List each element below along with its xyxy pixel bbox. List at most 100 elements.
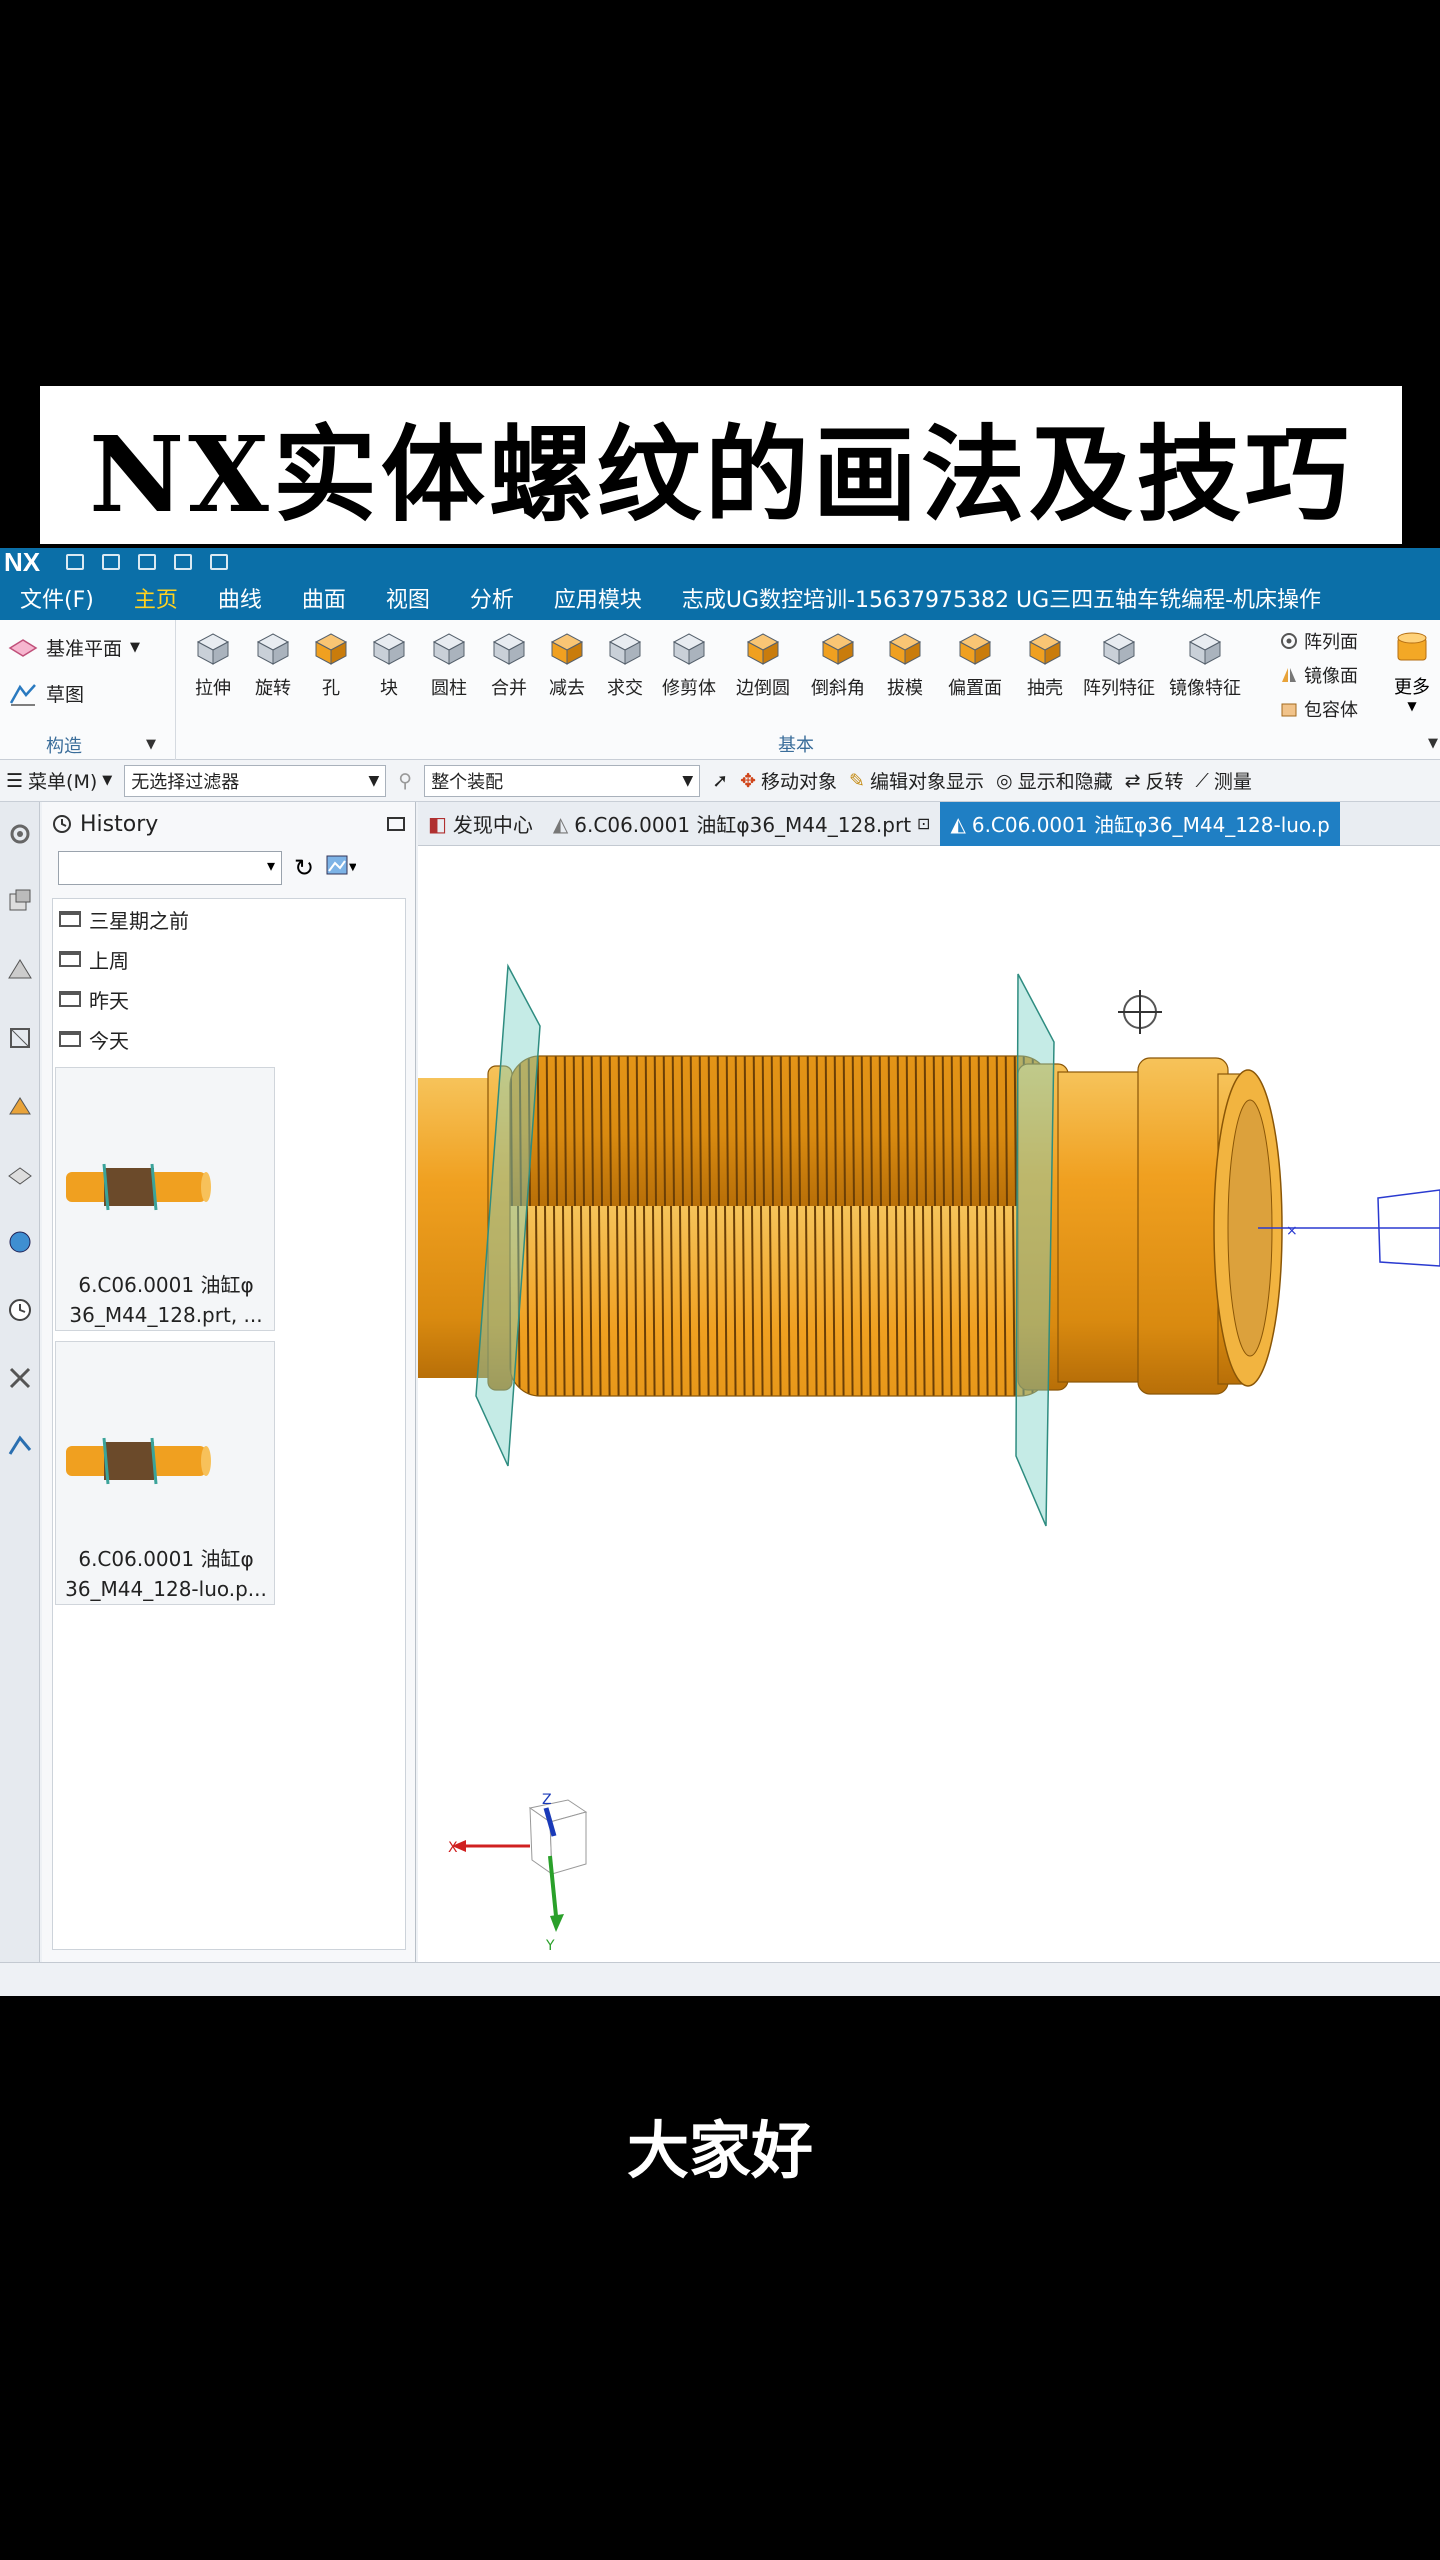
view-style-icon[interactable]: ▼: [326, 855, 357, 881]
folder-last-week[interactable]: 上周: [53, 939, 405, 979]
hole-button[interactable]: 孔: [302, 628, 360, 700]
subtract-button[interactable]: 减去: [538, 628, 596, 700]
folder-label: 昨天: [89, 988, 129, 1013]
selection-filter-dropdown[interactable]: 无选择过滤器 ▼: [124, 764, 387, 797]
main-menu-button[interactable]: ☰ 菜单(M) ▼: [6, 767, 112, 794]
part-file-icon: ◭: [950, 811, 966, 836]
brush-icon: ✎: [849, 769, 865, 792]
graphics-window[interactable]: × X Y Z: [418, 846, 1440, 1962]
revolve-icon: [256, 633, 290, 665]
folder-today[interactable]: 今天: [53, 1019, 405, 1059]
pattern-face-button[interactable]: 阵列面: [1280, 628, 1358, 654]
basic-group-label: 基本: [778, 735, 814, 756]
datum-csys[interactable]: ×: [1258, 1189, 1440, 1267]
more-icon: [1397, 632, 1427, 661]
show-hide-button[interactable]: ◎ 显示和隐藏: [996, 767, 1113, 794]
mirror-feature-button[interactable]: 镜像特征: [1162, 628, 1248, 700]
part-file-icon: ◭: [552, 811, 569, 836]
datum-plane-right[interactable]: [1015, 973, 1055, 1527]
tab-close-icon[interactable]: ⊡: [917, 814, 930, 833]
history-filter-dropdown[interactable]: [58, 851, 282, 885]
more-button[interactable]: 更多 ▼: [1392, 628, 1432, 713]
basic-group-dropdown-icon[interactable]: ▼: [1428, 736, 1438, 751]
datum-plane-button[interactable]: 基准平面 ▼: [8, 634, 140, 661]
shell-button[interactable]: 抽壳: [1014, 628, 1076, 700]
draft-label: 拔模: [887, 678, 923, 699]
edge-blend-icon: [746, 633, 780, 665]
shell-icon: [1028, 633, 1062, 665]
revolve-button[interactable]: 旋转: [244, 628, 302, 700]
main-menu-dropdown-icon: ▼: [102, 773, 113, 788]
sketch-button[interactable]: 草图: [8, 680, 84, 707]
menu-curve[interactable]: 曲线: [198, 576, 282, 620]
assembly-navigator-icon[interactable]: [6, 888, 34, 916]
process-studio-icon[interactable]: [6, 1364, 34, 1392]
select-cursor-icon[interactable]: ➚: [712, 770, 728, 792]
maximize-icon[interactable]: [387, 817, 405, 831]
window-icon[interactable]: [210, 554, 229, 570]
filter-funnel-icon[interactable]: ⚲: [398, 770, 412, 792]
offset-face-button[interactable]: 偏置面: [936, 628, 1014, 700]
mirror-face-button[interactable]: 镜像面: [1280, 662, 1358, 688]
folder-icon: [59, 951, 81, 967]
tab-part-128-luo[interactable]: ◭ 6.C06.0001 油缸φ36_M44_128-luo.p: [940, 801, 1340, 846]
menu-surface[interactable]: 曲面: [282, 576, 366, 620]
construct-group-dropdown-icon[interactable]: ▼: [146, 737, 156, 752]
hd3d-tools-icon[interactable]: [6, 1160, 34, 1188]
menu-home[interactable]: 主页: [114, 576, 198, 620]
edge-blend-button[interactable]: 边倒圆: [724, 628, 802, 700]
move-object-button[interactable]: ✥ 移动对象: [740, 767, 837, 794]
reuse-library-icon[interactable]: [6, 1092, 34, 1120]
datum-plane-dropdown-icon[interactable]: ▼: [130, 640, 140, 655]
gear-icon[interactable]: [6, 820, 34, 848]
unite-button[interactable]: 合并: [480, 628, 538, 700]
chamfer-button[interactable]: 倒斜角: [802, 628, 874, 700]
tab-label: 6.C06.0001 油缸φ36_M44_128-luo.p: [971, 813, 1330, 837]
undo-icon[interactable]: [102, 554, 121, 570]
selection-scope-dropdown[interactable]: 整个装配 ▼: [424, 764, 701, 797]
nx-window: NX 文件(F) 主页 曲线 曲面 视图 分析 应用模块 志成UG数控培训-15…: [0, 548, 1440, 1996]
save-icon[interactable]: [66, 554, 85, 570]
menu-view[interactable]: 视图: [366, 576, 450, 620]
extrude-label: 拉伸: [195, 678, 231, 699]
folder-yesterday[interactable]: 昨天: [53, 979, 405, 1019]
folder-three-weeks-ago[interactable]: 三星期之前: [53, 899, 405, 939]
pattern-feature-button[interactable]: 阵列特征: [1076, 628, 1162, 700]
constraint-navigator-icon[interactable]: [6, 956, 34, 984]
history-item[interactable]: 6.C06.0001 油缸φ 36_M44_128-luo.p...: [55, 1341, 275, 1605]
cylinder-button[interactable]: 圆柱: [418, 628, 480, 700]
trim-body-icon: [672, 633, 706, 665]
history-clock-icon[interactable]: [6, 1296, 34, 1324]
menu-applications[interactable]: 应用模块: [534, 576, 662, 620]
edit-display-button[interactable]: ✎ 编辑对象显示: [849, 767, 984, 794]
selection-scope-value: 整个装配: [431, 771, 504, 793]
menu-analysis[interactable]: 分析: [450, 576, 534, 620]
ribbon-right-tools: 阵列面 镜像面 包容体: [1280, 628, 1358, 722]
orientation-triad: [452, 1799, 588, 1932]
block-button[interactable]: 块: [360, 628, 418, 700]
datum-plane-icon: [8, 638, 38, 657]
copy-icon[interactable]: [174, 554, 193, 570]
bounding-body-button[interactable]: 包容体: [1280, 696, 1358, 722]
history-item[interactable]: 6.C06.0001 油缸φ 36_M44_128.prt, ...: [55, 1067, 275, 1331]
intersect-button[interactable]: 求交: [596, 628, 654, 700]
quick-access-toolbar: NX: [0, 548, 1440, 577]
draft-button[interactable]: 拔模: [874, 628, 936, 700]
measure-button[interactable]: ⟋ 测量: [1196, 767, 1252, 794]
web-browser-icon[interactable]: [6, 1228, 34, 1256]
roles-icon[interactable]: [6, 1432, 34, 1460]
extrude-button[interactable]: 拉伸: [182, 628, 244, 700]
folder-label: 上周: [89, 948, 129, 973]
invert-button[interactable]: ⇄ 反转: [1125, 767, 1184, 794]
tab-part-128[interactable]: ◭ 6.C06.0001 油缸φ36_M44_128.prt ⊡: [543, 802, 941, 846]
tab-discovery-center[interactable]: ◧ 发现中心: [418, 802, 543, 846]
invert-icon: ⇄: [1124, 769, 1141, 792]
trim-body-button[interactable]: 修剪体: [654, 628, 724, 700]
menu-file[interactable]: 文件(F): [0, 576, 114, 620]
pattern-feature-label: 阵列特征: [1083, 678, 1155, 699]
hydraulic-cylinder-part[interactable]: [418, 1055, 1283, 1397]
refresh-icon[interactable]: ↻: [294, 854, 314, 882]
part-navigator-icon[interactable]: [6, 1024, 34, 1052]
redo-icon[interactable]: [138, 554, 157, 570]
part-thumbnail: [66, 1437, 211, 1485]
